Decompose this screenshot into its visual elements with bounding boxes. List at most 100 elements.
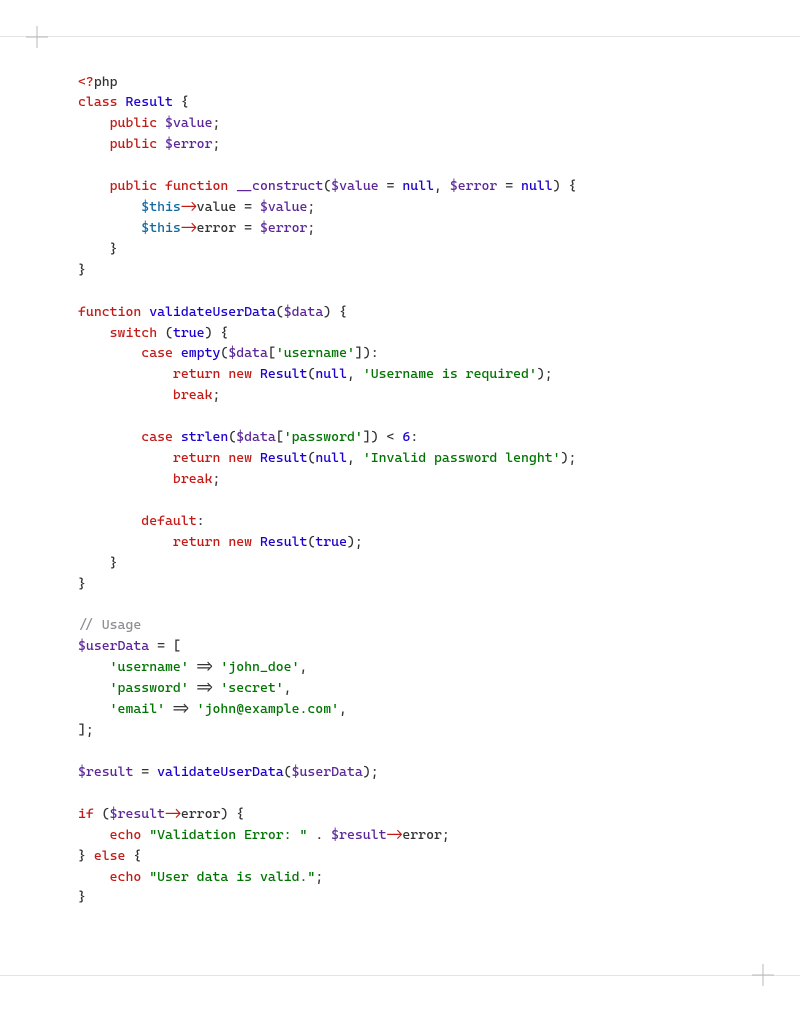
token-t: => [165, 701, 197, 717]
token-st: 'username' [276, 345, 355, 361]
token-t: : [410, 429, 418, 445]
token-t: ; [307, 199, 315, 215]
token-t: ) { [323, 304, 347, 320]
token-kw: class [78, 94, 118, 110]
token-pi: <? [78, 74, 94, 90]
token-fn: empty [181, 345, 221, 361]
code-line: ]; [78, 722, 94, 738]
token-t: [ [276, 429, 284, 445]
token-t [141, 827, 149, 843]
token-t [173, 429, 181, 445]
token-kw: break [173, 387, 213, 403]
token-kw: else [94, 848, 126, 864]
token-t: ); [363, 764, 379, 780]
token-st: 'Invalid password lenght' [363, 450, 561, 466]
token-kw: return [173, 366, 220, 382]
token-t [78, 680, 110, 696]
code-line: echo "User data is valid."; [78, 869, 323, 885]
token-t: = [379, 178, 403, 194]
token-t: ; [315, 869, 323, 885]
token-fn: Result [125, 94, 172, 110]
token-t: = [133, 764, 157, 780]
token-t [78, 115, 110, 131]
token-fn: validateUserData [149, 304, 276, 320]
token-fn: validateUserData [157, 764, 284, 780]
token-t: : [197, 513, 205, 529]
token-t: ; [307, 220, 315, 236]
code-line: function validateUserData($data) { [78, 304, 347, 320]
token-t [78, 471, 173, 487]
token-nm: __construct [236, 178, 323, 194]
token-t [252, 366, 260, 382]
token-t [78, 827, 110, 843]
token-t: . [307, 827, 331, 843]
token-t: = [ [149, 638, 181, 654]
token-st: 'email' [110, 701, 165, 717]
code-line: public $error; [78, 136, 220, 152]
token-t [157, 115, 165, 131]
token-op: -> [387, 827, 403, 843]
token-t [141, 304, 149, 320]
token-t [78, 869, 110, 885]
token-va: $error [260, 220, 307, 236]
token-va: $data [236, 429, 276, 445]
code-line: break; [78, 387, 220, 403]
token-fn: null [315, 450, 347, 466]
token-va: $value [165, 115, 212, 131]
token-kw: public [110, 115, 157, 131]
token-t [78, 199, 141, 215]
code-line: $userData = [ [78, 638, 181, 654]
token-fn: null [521, 178, 553, 194]
token-st: "User data is valid." [149, 869, 315, 885]
token-st: 'password' [284, 429, 363, 445]
token-fn: Result [260, 450, 307, 466]
token-t [78, 345, 141, 361]
token-kw: function [78, 304, 141, 320]
token-t: ; [212, 387, 220, 403]
token-va: $userData [78, 638, 149, 654]
code-line: } [78, 241, 118, 257]
token-fn: null [402, 178, 434, 194]
token-t [78, 387, 173, 403]
token-t [78, 450, 173, 466]
token-op: -> [181, 199, 197, 215]
token-va: $error [450, 178, 497, 194]
token-kw: echo [110, 869, 142, 885]
token-t: ( [276, 304, 284, 320]
token-st: 'username' [110, 659, 189, 675]
token-kw: new [228, 534, 252, 550]
token-t: ); [347, 534, 363, 550]
code-line: case strlen($data['password']) < 6: [78, 429, 418, 445]
token-t: ]) < [363, 429, 403, 445]
code-line: if ($result->error) { [78, 806, 244, 822]
token-t [78, 513, 141, 529]
token-kw: public [110, 178, 157, 194]
token-va: $error [165, 136, 212, 152]
token-t: , [347, 366, 363, 382]
token-t: } [78, 241, 118, 257]
token-st: "Validation Error: " [149, 827, 307, 843]
token-t [141, 869, 149, 885]
token-t: ) { [553, 178, 577, 194]
token-t: ( [157, 325, 173, 341]
code-line: case empty($data['username']): [78, 345, 379, 361]
token-t [173, 345, 181, 361]
code-line: return new Result(null, 'Username is req… [78, 366, 553, 382]
token-st: 'secret' [220, 680, 283, 696]
token-t: ); [561, 450, 577, 466]
token-t: , [284, 680, 292, 696]
token-t: [ [268, 345, 276, 361]
code-line: class Result { [78, 94, 189, 110]
token-kw: default [141, 513, 196, 529]
token-kw: case [141, 429, 173, 445]
token-t: ) { [205, 325, 229, 341]
token-st: 'password' [110, 680, 189, 696]
token-va: $data [228, 345, 268, 361]
token-t: { [125, 848, 141, 864]
token-t: => [189, 659, 221, 675]
token-t [78, 659, 110, 675]
token-t [78, 701, 110, 717]
token-t: ; [213, 115, 221, 131]
token-va: $userData [292, 764, 363, 780]
token-t: error; [402, 827, 449, 843]
